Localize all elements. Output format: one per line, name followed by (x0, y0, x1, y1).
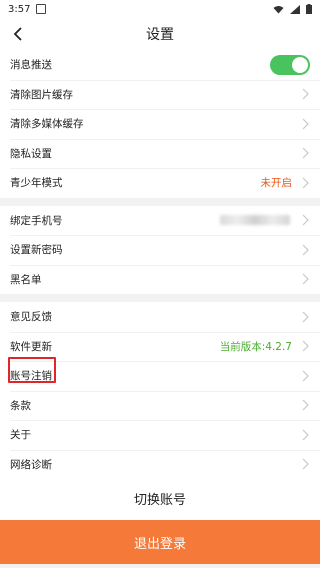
row-label: 清除多媒体缓存 (10, 118, 84, 131)
page-title: 设置 (146, 27, 174, 43)
row-label: 隐私设置 (10, 147, 52, 160)
row-privacy-settings[interactable]: 隐私设置 (0, 138, 320, 169)
status-time: 3:57 (8, 3, 31, 15)
row-set-password[interactable]: 设置新密码 (0, 235, 320, 265)
section-gap (0, 294, 320, 302)
chevron-right-icon (300, 242, 310, 258)
teen-mode-status: 未开启 (260, 177, 293, 190)
row-label: 清除图片缓存 (10, 88, 73, 101)
status-bar: 3:57 (0, 0, 320, 18)
row-bind-phone[interactable]: 绑定手机号 (0, 206, 320, 236)
row-feedback[interactable]: 意见反馈 (0, 302, 320, 332)
row-label: 软件更新 (10, 340, 52, 353)
row-label: 条款 (10, 399, 31, 412)
chevron-right-icon (300, 309, 310, 325)
row-label: 意见反馈 (10, 311, 52, 324)
chevron-right-icon (300, 427, 310, 443)
settings-group-about: 意见反馈 软件更新 当前版本:4.2.7 账号注销 条款 关于 网络诊断 (0, 302, 320, 479)
notification-icon (36, 4, 47, 14)
bottom-strip (0, 564, 320, 568)
highlight-box (8, 357, 56, 383)
top-nav: 设置 (0, 18, 320, 50)
battery-icon (306, 4, 312, 14)
section-gap (0, 197, 320, 206)
row-label: 网络诊断 (10, 458, 52, 471)
logout-button[interactable]: 退出登录 (0, 520, 320, 564)
wifi-icon (273, 5, 284, 13)
toggle-knob (292, 56, 308, 73)
chevron-right-icon (300, 86, 310, 102)
row-label: 关于 (10, 429, 31, 442)
switch-account-button[interactable]: 切换账号 (0, 476, 320, 520)
masked-phone-number (220, 215, 290, 226)
row-about[interactable]: 关于 (0, 420, 320, 450)
back-button[interactable] (8, 24, 28, 44)
row-teen-mode[interactable]: 青少年模式 未开启 (0, 168, 320, 198)
settings-group-account: 绑定手机号 设置新密码 黑名单 (0, 205, 320, 295)
settings-group-general: 消息推送 清除图片缓存 清除多媒体缓存 隐私设置 青少年模式 未开启 (0, 50, 320, 198)
chevron-right-icon (300, 456, 310, 472)
current-version: 当前版本:4.2.7 (219, 340, 292, 353)
row-network-diagnosis[interactable]: 网络诊断 (0, 449, 320, 480)
row-label: 黑名单 (10, 273, 42, 286)
chevron-right-icon (300, 175, 310, 191)
chevron-right-icon (300, 116, 310, 132)
push-toggle[interactable] (270, 54, 310, 75)
row-terms[interactable]: 条款 (0, 390, 320, 421)
chevron-right-icon (300, 338, 310, 354)
row-push-notifications: 消息推送 (0, 50, 320, 80)
chevron-right-icon (300, 397, 310, 413)
chevron-right-icon (300, 368, 310, 384)
chevron-right-icon (300, 271, 310, 287)
chevron-left-icon (13, 27, 22, 41)
row-label: 消息推送 (10, 59, 52, 72)
row-blacklist[interactable]: 黑名单 (0, 264, 320, 295)
row-label: 青少年模式 (10, 177, 63, 190)
signal-icon (290, 4, 300, 14)
chevron-right-icon (300, 212, 310, 228)
row-label: 设置新密码 (10, 244, 63, 257)
row-label: 绑定手机号 (10, 214, 63, 227)
chevron-right-icon (300, 145, 310, 161)
row-clear-image-cache[interactable]: 清除图片缓存 (0, 79, 320, 110)
row-clear-media-cache[interactable]: 清除多媒体缓存 (0, 109, 320, 139)
